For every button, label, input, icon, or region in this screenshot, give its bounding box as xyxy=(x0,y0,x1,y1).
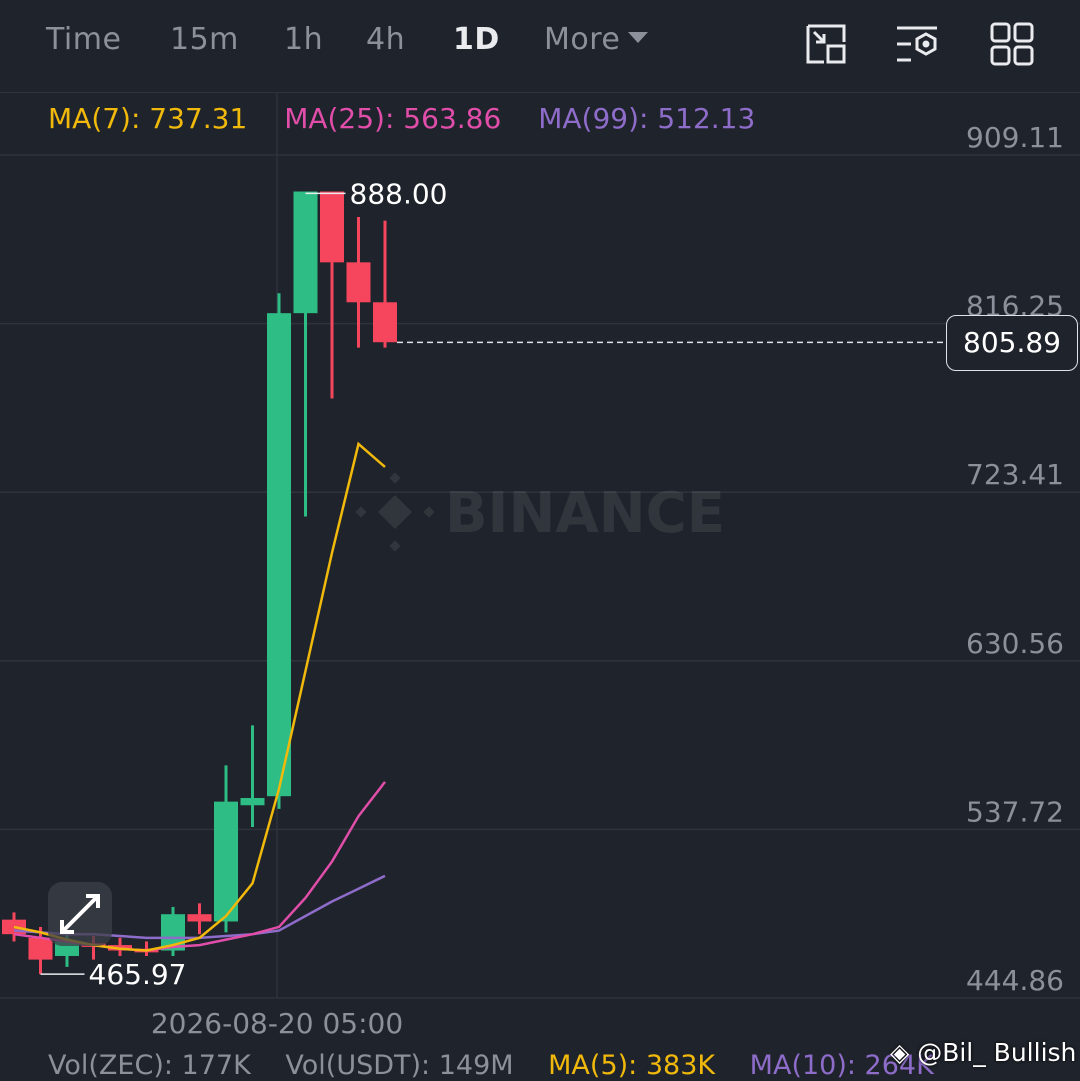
y-tick-label: 630.56 xyxy=(966,627,1064,660)
author-credit-text: @Bil_ Bullish xyxy=(917,1038,1077,1067)
moving-average-lines xyxy=(13,441,386,952)
candle-body xyxy=(240,798,265,806)
candle-body xyxy=(187,914,212,922)
ma-legend: MA(7): 737.31 MA(25): 563.86 MA(99): 512… xyxy=(48,102,783,135)
timeframe-1d[interactable]: 1D xyxy=(453,22,500,57)
timeframe-more[interactable]: More xyxy=(544,22,649,57)
ma7-line xyxy=(13,441,386,952)
fullscreen-icon[interactable] xyxy=(804,22,848,66)
candle-body xyxy=(293,191,318,314)
timeframe-more-label: More xyxy=(544,22,621,57)
price-chart[interactable]: BINANCE 909.11816.25723.41630.56537.7244… xyxy=(0,92,1080,1050)
indicator-settings-icon[interactable] xyxy=(895,22,939,66)
ma7-value: MA(7): 737.31 xyxy=(48,102,248,135)
binance-watermark: BINANCE xyxy=(355,472,725,552)
timeframe-4h[interactable]: 4h xyxy=(366,22,405,57)
candles xyxy=(2,191,397,975)
timeframe-time[interactable]: Time xyxy=(46,22,121,57)
vol-zec: Vol(ZEC): 177K xyxy=(48,1050,251,1081)
chevron-down-icon xyxy=(628,32,649,43)
vol-ma5: MA(5): 383K xyxy=(548,1050,716,1081)
high-price-label: 888.00 xyxy=(350,177,448,210)
ma99-value: MA(99): 512.13 xyxy=(538,102,756,135)
candle-body xyxy=(214,801,238,922)
y-tick-label: 723.41 xyxy=(966,458,1064,491)
vol-usdt: Vol(USDT): 149M xyxy=(285,1050,514,1081)
current-price-badge: 805.89 xyxy=(946,315,1078,371)
timeframe-toolbar: Time 15m 1h 4h 1D More xyxy=(0,0,1080,93)
expand-arrows-icon xyxy=(60,894,100,934)
candle-body xyxy=(373,302,397,343)
y-tick-label: 909.11 xyxy=(966,121,1064,154)
y-tick-label: 444.86 xyxy=(966,964,1064,997)
layout-grid-icon[interactable] xyxy=(990,22,1034,66)
binance-logo-icon: ◈ xyxy=(890,1038,910,1067)
expand-button[interactable] xyxy=(48,882,112,946)
annotations: 888.00 465.97 xyxy=(40,177,946,991)
watermark-text: BINANCE xyxy=(445,481,725,546)
low-price-label: 465.97 xyxy=(89,958,187,991)
candle-body xyxy=(320,191,344,263)
author-credit: ◈ @Bil_ Bullish xyxy=(890,1038,1076,1067)
timeframe-15m[interactable]: 15m xyxy=(170,22,239,57)
timeframe-1h[interactable]: 1h xyxy=(284,22,323,57)
x-tick-label: 2026-08-20 05:00 xyxy=(151,1007,403,1040)
candle-body xyxy=(267,313,291,797)
y-tick-label: 537.72 xyxy=(966,795,1064,828)
ma25-value: MA(25): 563.86 xyxy=(284,102,502,135)
volume-legend: Vol(ZEC): 177K Vol(USDT): 149M MA(5): 38… xyxy=(48,1050,960,1081)
candle-body xyxy=(346,262,371,303)
